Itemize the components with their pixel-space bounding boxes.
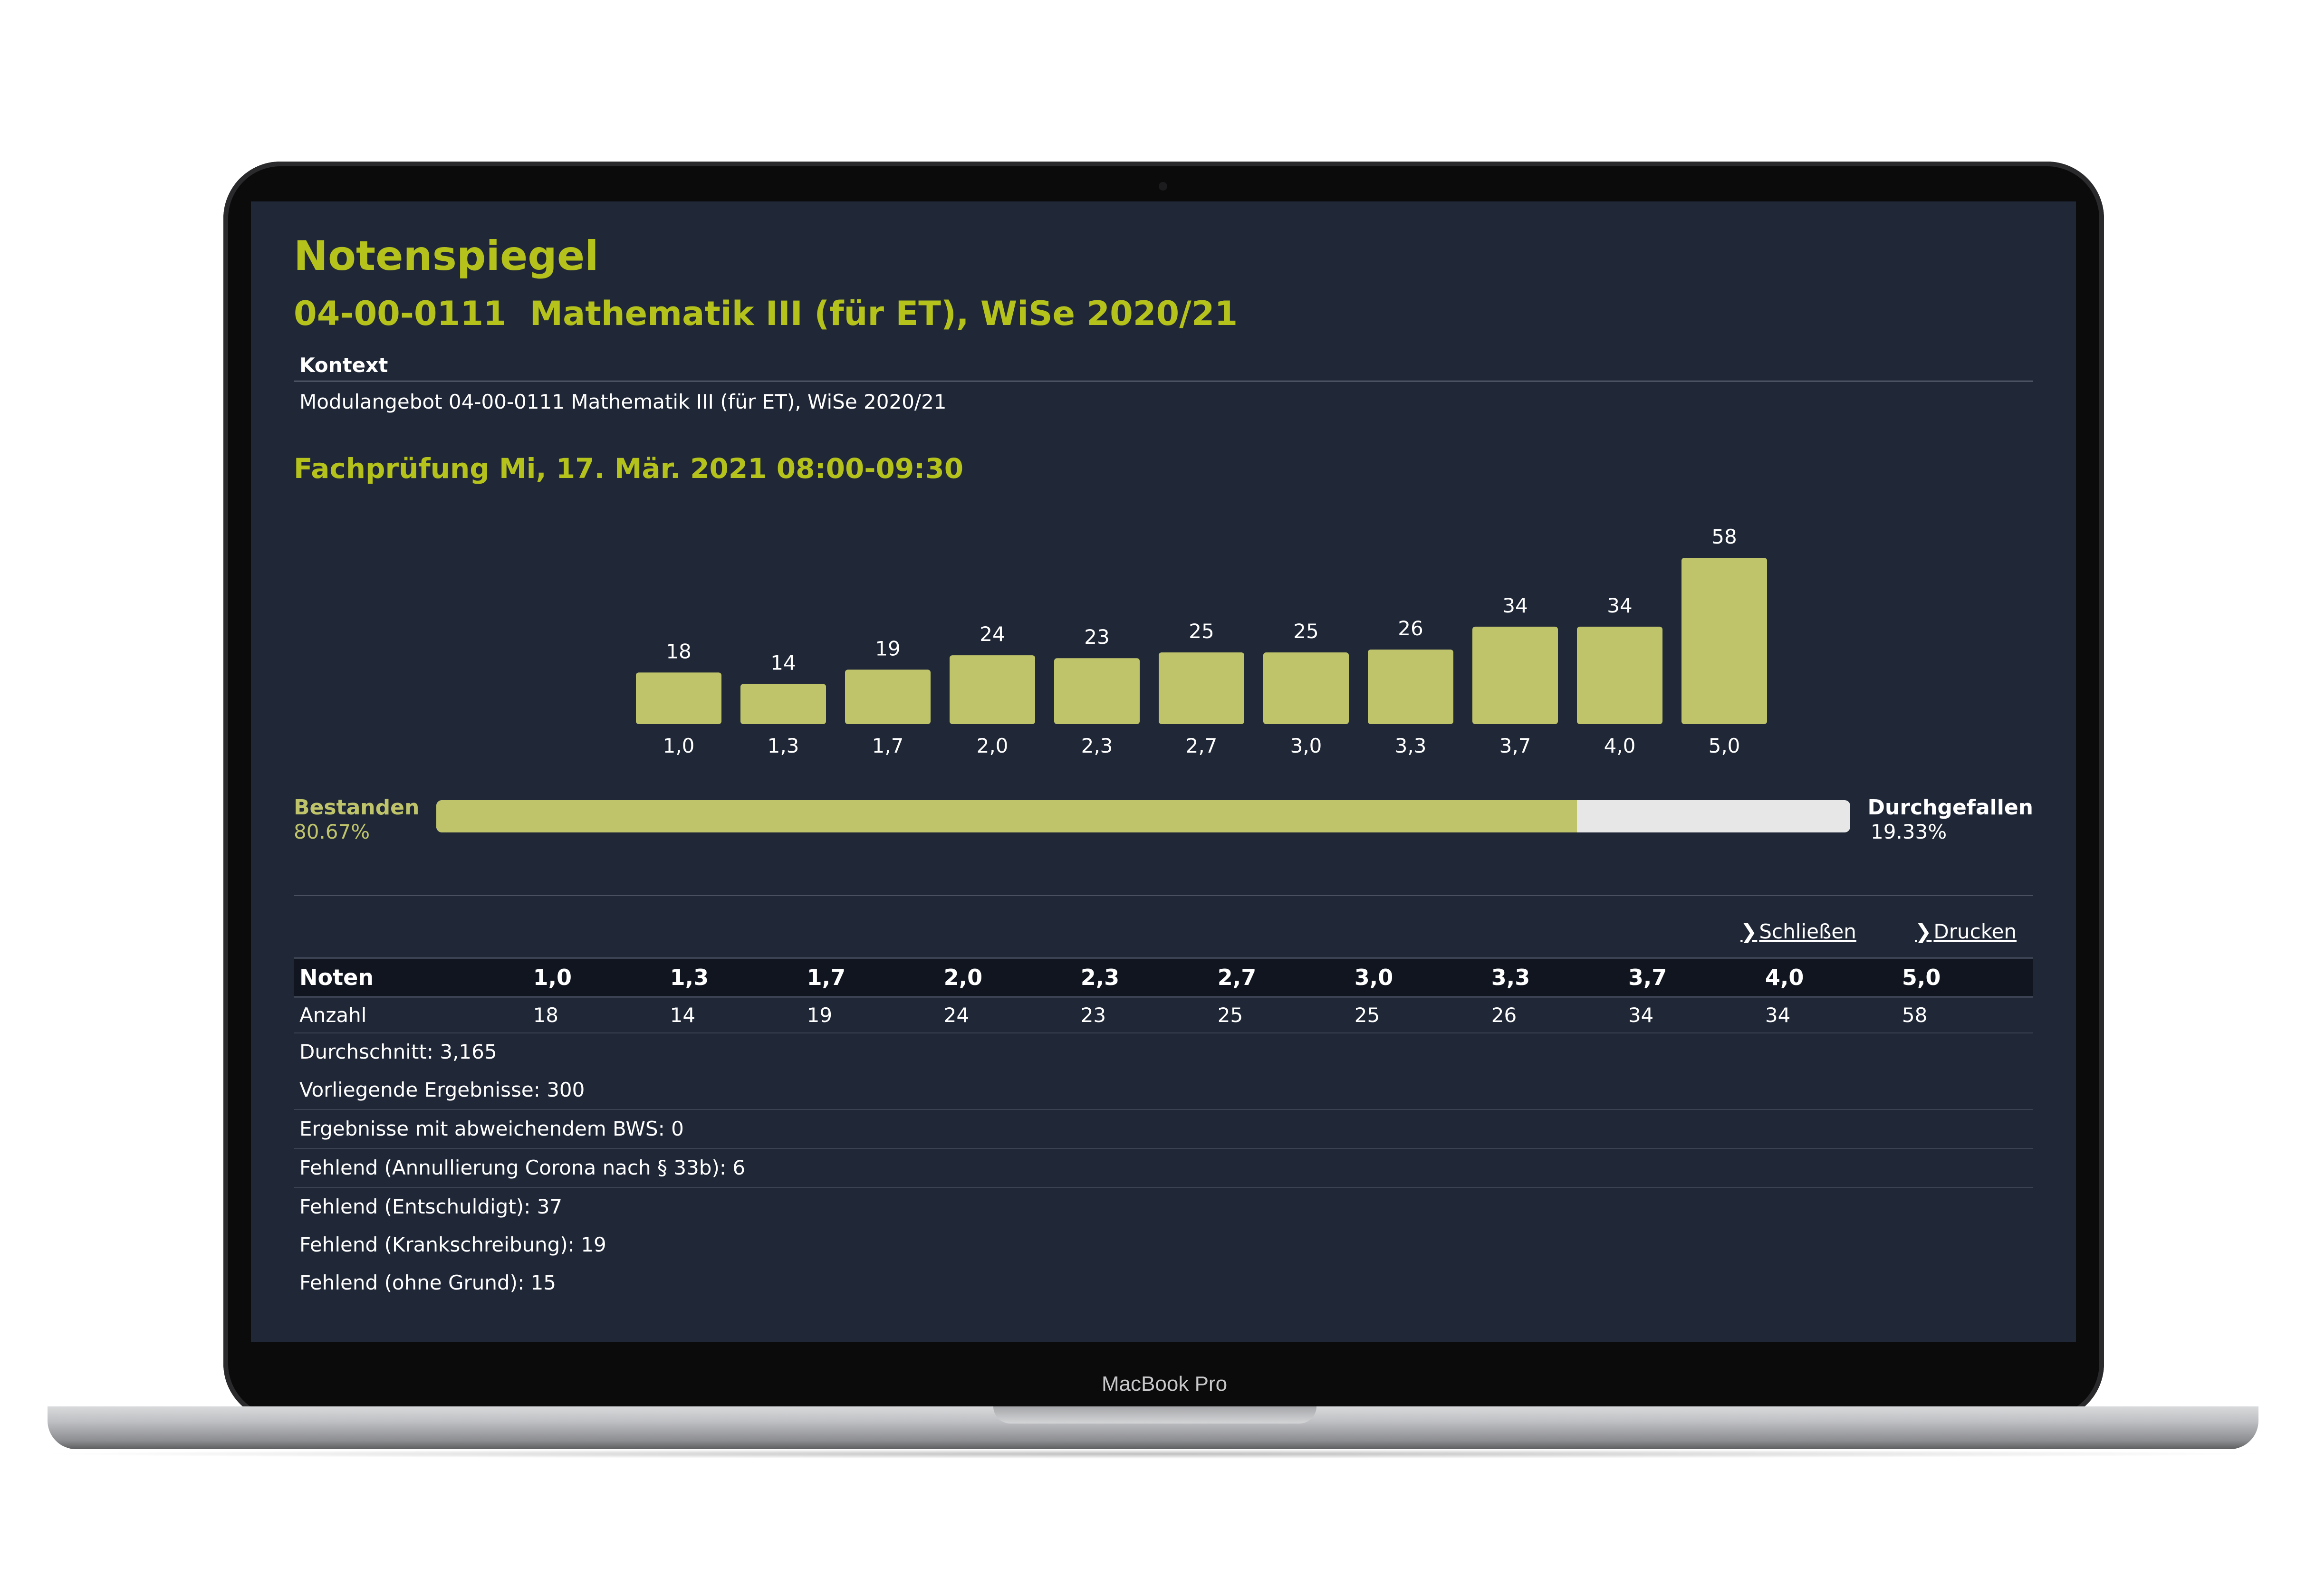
bar-value-label: 26 <box>1398 617 1423 640</box>
screen: Notenspiegel 04-00-0111 Mathematik III (… <box>251 201 2076 1342</box>
grade-count-cell: 25 <box>1348 997 1486 1033</box>
grade-header-row: Noten 1,0 1,3 1,7 2,0 2,3 2,7 3,0 3,3 3,7 4,0 5,0 <box>294 957 2033 998</box>
page-content: Notenspiegel 04-00-0111 Mathematik III (… <box>294 230 2033 1294</box>
bar-1,7 <box>845 669 931 724</box>
bar-category-label: 2,0 <box>977 734 1009 757</box>
bar-value-label: 34 <box>1607 594 1632 617</box>
grade-header-cell: 3,3 <box>1485 957 1623 998</box>
grade-header-cell: 1,0 <box>527 957 664 998</box>
bar-category-label: 5,0 <box>1709 734 1740 757</box>
grade-table: Noten 1,0 1,3 1,7 2,0 2,3 2,7 3,0 3,3 3,7 4,0 5,0 … <box>294 957 2033 1033</box>
module-subtitle: 04-00-0111 Mathematik III (für ET), WiSe… <box>294 294 1238 333</box>
fail-label: Durchgefallen <box>1867 795 2033 820</box>
statistic-item: Fehlend (ohne Grund): 15 <box>299 1271 557 1294</box>
grade-header-cell: 1,7 <box>801 957 938 998</box>
print-link[interactable]: ❯Drucken <box>1915 920 2017 943</box>
bar-1,3 <box>740 684 826 724</box>
statistic-item: Vorliegende Ergebnisse: 300 <box>294 1071 2033 1110</box>
bar-value-label: 19 <box>875 637 900 660</box>
pass-progress-bar <box>436 800 1850 832</box>
grade-header-cell: 2,7 <box>1211 957 1349 998</box>
context-value: Modulangebot 04-00-0111 Mathematik III (… <box>299 390 947 413</box>
laptop-notch <box>993 1406 1316 1424</box>
bar-value-label: 25 <box>1293 620 1318 643</box>
grade-header-cell: 3,7 <box>1622 957 1759 998</box>
bar-3,3 <box>1368 650 1453 724</box>
camera-icon <box>1159 182 1167 191</box>
grade-count-cell: 14 <box>664 997 801 1033</box>
grade-distribution-chart: 18 1,0 14 1,3 19 1,7 24 2,0 23 2,3 25 2,7 25 3,0 26 3,3… <box>636 525 1767 757</box>
bar-category-label: 1,7 <box>872 734 904 757</box>
grade-header-cell: 2,3 <box>1075 957 1212 998</box>
grade-header-cell: 1,3 <box>664 957 801 998</box>
exam-title: Fachprüfung Mi, 17. Mär. 2021 08:00-09:3… <box>294 452 964 485</box>
statistic-item: Fehlend (Entschuldigt): 37 <box>299 1195 563 1218</box>
grade-count-cell: 23 <box>1075 997 1212 1033</box>
bar-4,0 <box>1577 626 1662 724</box>
bar-value-label: 34 <box>1502 594 1528 617</box>
grade-header-cell: 3,0 <box>1348 957 1486 998</box>
pass-label: Bestanden <box>294 795 420 820</box>
laptop-shadow <box>29 1449 2277 1459</box>
bar-value-label: 25 <box>1189 620 1214 643</box>
grade-header-cell: 5,0 <box>1896 957 2033 998</box>
grade-count-cell: 34 <box>1759 997 1896 1033</box>
bar-3,0 <box>1263 652 1349 724</box>
device-brand-label: MacBook Pro <box>1101 1372 1228 1395</box>
bar-category-label: 4,0 <box>1604 734 1636 757</box>
bar-category-label: 3,0 <box>1290 734 1322 757</box>
page-title: Notenspiegel <box>294 232 599 280</box>
statistic-item: Fehlend (Annullierung Corona nach § 33b)… <box>294 1149 2033 1188</box>
statistic-item: Durchschnitt: 3,165 <box>299 1040 497 1063</box>
grade-count-cell: 26 <box>1485 997 1623 1033</box>
bar-category-label: 2,7 <box>1186 734 1218 757</box>
action-links: ❯Schließen ❯Drucken <box>1688 920 2017 943</box>
bar-5,0 <box>1681 558 1767 724</box>
bar-2,0 <box>950 655 1035 724</box>
bar-value-label: 24 <box>980 622 1005 646</box>
bar-value-label: 18 <box>666 640 691 663</box>
bar-1,0 <box>636 672 721 724</box>
grade-count-cell: 25 <box>1211 997 1349 1033</box>
bar-category-label: 1,3 <box>768 734 799 757</box>
grade-count-cell: 58 <box>1896 997 2033 1033</box>
grade-header-cell: 4,0 <box>1759 957 1896 998</box>
bar-2,7 <box>1159 652 1244 724</box>
context-header: Kontext <box>294 350 2033 382</box>
bar-category-label: 3,3 <box>1395 734 1427 757</box>
grade-count-cell: 24 <box>938 997 1075 1033</box>
close-link[interactable]: ❯Schließen <box>1740 920 1856 943</box>
bar-value-label: 23 <box>1084 625 1109 649</box>
grade-header-cell: 2,0 <box>938 957 1075 998</box>
statistics-list: Durchschnitt: 3,165 Vorliegende Ergebniss… <box>294 1033 2033 1302</box>
bar-value-label: 58 <box>1711 525 1737 548</box>
statistic-item: Fehlend (Krankschreibung): 19 <box>299 1233 606 1256</box>
divider <box>294 895 2033 896</box>
bar-category-label: 1,0 <box>663 734 695 757</box>
bar-category-label: 2,3 <box>1081 734 1113 757</box>
grade-count-cell: 19 <box>801 997 938 1033</box>
bar-category-label: 3,7 <box>1499 734 1531 757</box>
grade-count-cell: 18 <box>527 997 664 1033</box>
bar-value-label: 14 <box>770 651 796 675</box>
fail-percentage: 19.33% <box>1871 820 1947 843</box>
bar-2,3 <box>1054 658 1140 724</box>
close-link-label: Schließen <box>1759 920 1856 943</box>
pass-percentage: 80.67% <box>294 820 370 843</box>
grade-count-cell: 34 <box>1622 997 1759 1033</box>
pass-progress-fill <box>436 800 1577 832</box>
chevron-right-icon: ❯ <box>1740 920 1758 943</box>
chevron-right-icon: ❯ <box>1915 920 1932 943</box>
grade-header-label: Noten <box>294 957 528 998</box>
bar-3,7 <box>1472 626 1558 724</box>
print-link-label: Drucken <box>1933 920 2017 943</box>
count-row-label: Anzahl <box>294 997 528 1033</box>
grade-count-row: Anzahl 18 14 19 24 23 25 25 26 34 34 58 <box>294 997 2033 1033</box>
pass-fail-summary: Bestanden 80.67% Durchgefallen 19.33% <box>294 795 2033 852</box>
statistic-item: Ergebnisse mit abweichendem BWS: 0 <box>294 1110 2033 1149</box>
